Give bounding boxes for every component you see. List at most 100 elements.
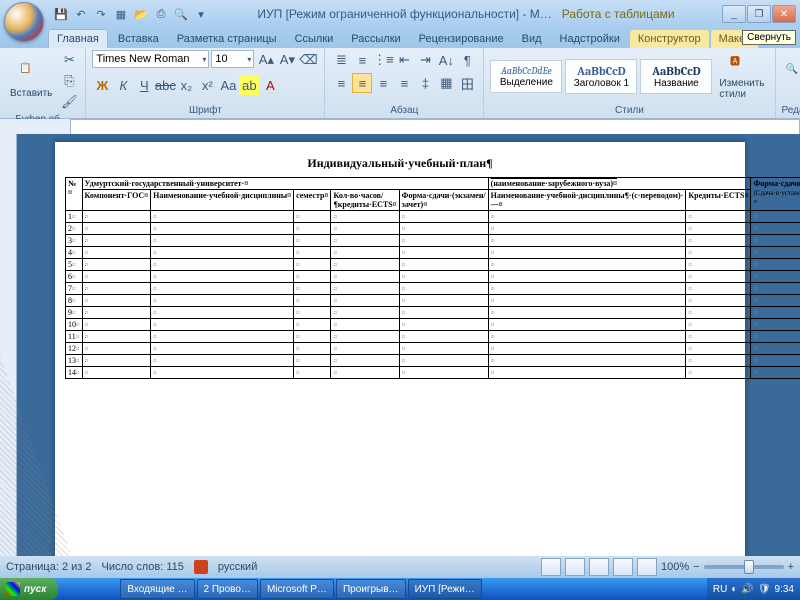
start-button[interactable]: пуск	[0, 578, 58, 600]
view-full-reading[interactable]	[565, 558, 585, 576]
line-spacing-icon[interactable]: ‡	[415, 73, 435, 93]
tab-references[interactable]: Ссылки	[287, 30, 342, 48]
tab-table-design[interactable]: Конструктор	[630, 30, 709, 48]
align-center-icon[interactable]: ≡	[352, 73, 372, 93]
font-color-icon[interactable]: A	[260, 75, 280, 95]
table-row[interactable]: 1¤¤¤¤¤¤¤¤¤	[66, 211, 800, 223]
zoom-level[interactable]: 100%	[661, 561, 689, 573]
bullets-icon[interactable]: ≣	[331, 50, 351, 70]
undo-icon[interactable]: ↶	[72, 5, 90, 23]
task-item-1[interactable]: 2 Прово…	[197, 579, 258, 599]
view-print-layout[interactable]	[541, 558, 561, 576]
zoom-out-icon[interactable]: −	[693, 561, 699, 573]
font-name-combo[interactable]: Times New Roman	[92, 50, 209, 68]
preview-icon[interactable]: 🔍	[172, 5, 190, 23]
show-marks-icon[interactable]: ¶	[457, 50, 477, 70]
style-item-2[interactable]: AaBbCcD Название	[640, 59, 712, 94]
tray-clock[interactable]: 9:34	[775, 584, 794, 595]
close-button[interactable]: ✕	[772, 5, 796, 23]
document-page[interactable]: Индивидуальный·учебный·план¶ №¤ Удмуртск…	[55, 142, 745, 556]
change-styles-button[interactable]: 🅰 Изменить стили	[715, 51, 768, 102]
table-row[interactable]: 8¤¤¤¤¤¤¤¤¤	[66, 295, 800, 307]
tray-lang[interactable]: RU	[713, 584, 727, 595]
style-item-0[interactable]: AaBbCcDdEe Выделение	[490, 60, 562, 93]
style-item-1[interactable]: AaBbCcD Заголовок 1	[565, 59, 637, 94]
system-tray[interactable]: RU ◐ 🔊 🛡 9:34	[707, 578, 800, 600]
align-right-icon[interactable]: ≡	[373, 73, 393, 93]
office-button[interactable]	[4, 2, 44, 42]
view-draft[interactable]	[637, 558, 657, 576]
quickprint-icon[interactable]: ⎙	[152, 5, 170, 23]
underline-icon[interactable]: Ч	[134, 75, 154, 95]
paste-button[interactable]: 📋 Вставить	[6, 61, 56, 101]
format-painter-icon[interactable]: 🖌	[59, 92, 79, 112]
borders-icon[interactable]: 田	[457, 73, 477, 93]
numbering-icon[interactable]: ≡	[352, 50, 372, 70]
grow-font-icon[interactable]: A▴	[256, 50, 276, 70]
view-outline[interactable]	[613, 558, 633, 576]
tab-home[interactable]: Главная	[48, 29, 108, 48]
decrease-indent-icon[interactable]: ⇤	[394, 50, 414, 70]
change-case-icon[interactable]: Aa	[218, 75, 238, 95]
clear-format-icon[interactable]: ⌫	[298, 50, 318, 70]
table-row[interactable]: 2¤¤¤¤¤¤¤¤¤	[66, 223, 800, 235]
cut-icon[interactable]: ✂	[59, 50, 79, 70]
minimize-button[interactable]: _	[722, 5, 746, 23]
table-row[interactable]: 4¤¤¤¤¤¤¤¤¤	[66, 247, 800, 259]
tray-icon[interactable]: 🔊	[741, 584, 753, 595]
tab-insert[interactable]: Вставка	[110, 30, 167, 48]
status-page[interactable]: Страница: 2 из 2	[6, 561, 92, 573]
strike-icon[interactable]: abc	[155, 75, 175, 95]
restore-button[interactable]: ❐	[747, 5, 771, 23]
tab-review[interactable]: Рецензирование	[411, 30, 512, 48]
table-row[interactable]: 5¤¤¤¤¤¤¤¤¤	[66, 259, 800, 271]
align-left-icon[interactable]: ≡	[331, 73, 351, 93]
shrink-font-icon[interactable]: A▾	[277, 50, 297, 70]
table-row[interactable]: 13¤¤¤¤¤¤¤¤¤	[66, 355, 800, 367]
proofing-icon[interactable]	[194, 560, 208, 574]
tray-icon[interactable]: 🛡	[758, 584, 771, 595]
highlight-icon[interactable]: ab	[239, 75, 259, 95]
task-item-3[interactable]: Проигрыв…	[336, 579, 406, 599]
table-row[interactable]: 3¤¤¤¤¤¤¤¤¤	[66, 235, 800, 247]
table-row[interactable]: 9¤¤¤¤¤¤¤¤¤	[66, 307, 800, 319]
view-web[interactable]	[589, 558, 609, 576]
zoom-slider[interactable]	[704, 565, 784, 569]
copy-icon[interactable]: ⎘	[59, 71, 79, 91]
open-icon[interactable]: 📂	[132, 5, 150, 23]
table-row[interactable]: 7¤¤¤¤¤¤¤¤¤	[66, 283, 800, 295]
table-row[interactable]: 6¤¤¤¤¤¤¤¤¤	[66, 271, 800, 283]
table-row[interactable]: 14¤¤¤¤¤¤¤¤¤	[66, 367, 800, 379]
find-button[interactable]: 🔍	[782, 62, 800, 91]
task-item-2[interactable]: Microsoft P…	[260, 579, 334, 599]
status-language[interactable]: русский	[218, 561, 257, 573]
zoom-in-icon[interactable]: +	[788, 561, 794, 573]
vertical-ruler[interactable]	[0, 134, 17, 556]
table-row[interactable]: 11¤¤¤¤¤¤¤¤¤	[66, 331, 800, 343]
task-item-0[interactable]: Входящие …	[120, 579, 194, 599]
save-icon[interactable]: 💾	[52, 5, 70, 23]
redo-icon[interactable]: ↷	[92, 5, 110, 23]
font-size-combo[interactable]: 10	[211, 50, 254, 68]
shading-icon[interactable]: ▦	[436, 73, 456, 93]
table-row[interactable]: 10¤¤¤¤¤¤¤¤¤	[66, 319, 800, 331]
multilevel-icon[interactable]: ⋮≡	[373, 50, 393, 70]
tab-view[interactable]: Вид	[514, 30, 550, 48]
tray-icon[interactable]: ◐	[731, 584, 737, 595]
tab-addins[interactable]: Надстройки	[552, 30, 628, 48]
new-icon[interactable]: ▦	[112, 5, 130, 23]
status-words[interactable]: Число слов: 115	[102, 561, 184, 573]
bold-icon[interactable]: Ж	[92, 75, 112, 95]
subscript-icon[interactable]: x₂	[176, 75, 196, 95]
tab-page-layout[interactable]: Разметка страницы	[169, 30, 285, 48]
italic-icon[interactable]: К	[113, 75, 133, 95]
sort-icon[interactable]: A↓	[436, 50, 456, 70]
increase-indent-icon[interactable]: ⇥	[415, 50, 435, 70]
justify-icon[interactable]: ≡	[394, 73, 414, 93]
tab-mailings[interactable]: Рассылки	[343, 30, 408, 48]
superscript-icon[interactable]: x²	[197, 75, 217, 95]
curriculum-table[interactable]: №¤ Удмуртский·государственный·университе…	[65, 177, 800, 379]
document-area[interactable]: Индивидуальный·учебный·план¶ №¤ Удмуртск…	[0, 134, 800, 556]
task-item-4[interactable]: ИУП [Режи…	[408, 579, 482, 599]
qat-more-icon[interactable]: ▾	[192, 5, 210, 23]
